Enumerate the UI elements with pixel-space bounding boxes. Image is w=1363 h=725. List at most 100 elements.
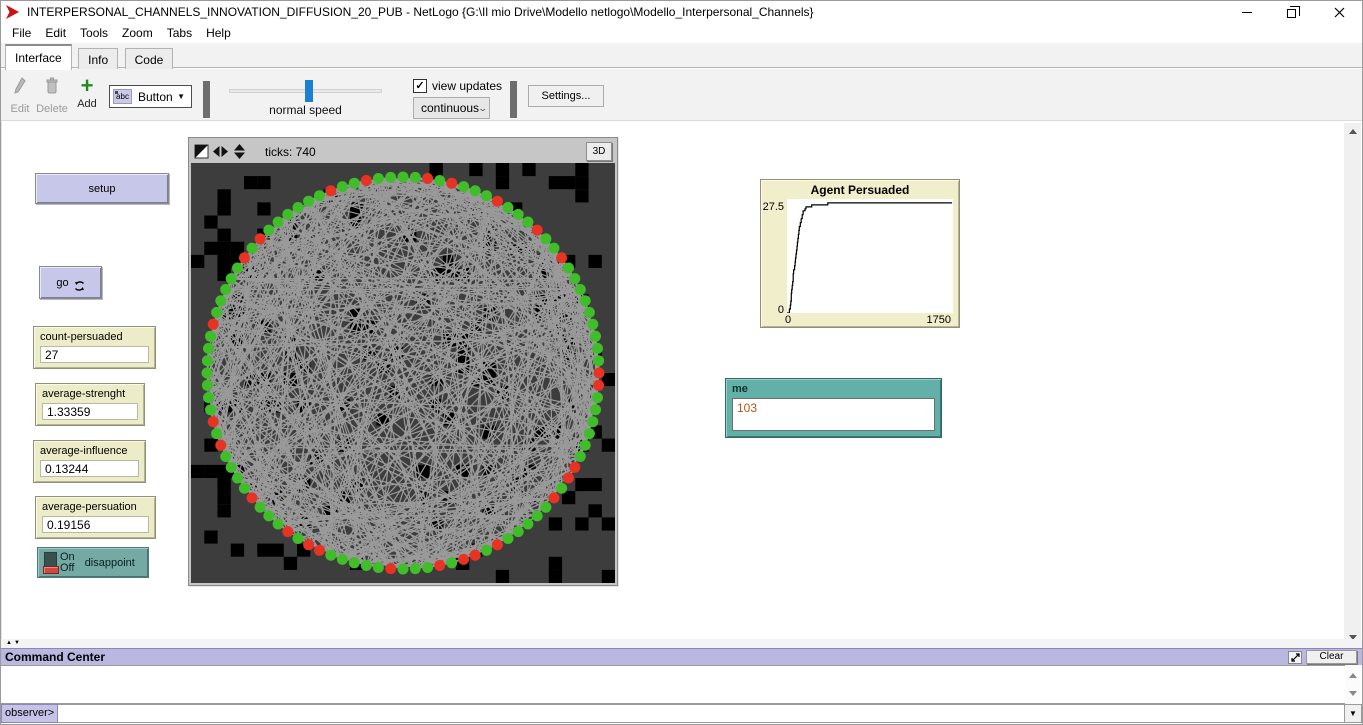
expand-command-center-button[interactable] <box>1288 651 1302 664</box>
command-input[interactable] <box>58 704 1345 723</box>
view-updates-checkbox[interactable]: ✓ <box>413 79 427 93</box>
scroll-up-button[interactable] <box>1344 123 1361 140</box>
go-button[interactable]: go <box>39 266 102 299</box>
speed-slider-label: normal speed <box>229 103 382 117</box>
switch-off-label: Off <box>60 563 75 574</box>
command-output[interactable] <box>1 665 1346 704</box>
ticks-counter: ticks: 740 <box>265 145 316 159</box>
update-mode-dropdown[interactable]: continuous ⌄ <box>413 97 490 119</box>
menu-edit[interactable]: Edit <box>38 24 73 42</box>
input-label: me <box>732 383 935 395</box>
me-input-box: me 103 <box>725 378 942 438</box>
monitor-average-strenght: average-strenght 1.33359 <box>35 383 145 426</box>
toolbar: Edit Delete + Add abc Button ▼ normal sp… <box>1 69 1362 121</box>
speed-slider-thumb[interactable] <box>305 80 313 102</box>
setup-button[interactable]: setup <box>35 173 169 204</box>
chevron-down-icon: ⌄ <box>478 103 489 114</box>
vertical-scrollbar[interactable] <box>1344 123 1361 646</box>
close-button[interactable] <box>1316 1 1362 23</box>
clear-button[interactable]: Clear <box>1306 650 1357 664</box>
widget-type-value: Button <box>138 90 173 104</box>
widget-type-dropdown[interactable]: abc Button ▼ <box>109 85 192 108</box>
switch-track[interactable] <box>44 552 57 574</box>
world-canvas[interactable] <box>191 163 615 583</box>
monitor-value: 0.13244 <box>40 460 139 477</box>
monitor-average-persuation: average-persuation 0.19156 <box>35 496 156 539</box>
disappoint-switch[interactable]: On Off disappoint <box>37 547 149 578</box>
monitor-value: 1.33359 <box>42 403 138 420</box>
dropdown-arrow-icon: ▼ <box>1349 709 1357 718</box>
plot-series-path <box>787 203 952 313</box>
monitor-value: 0.19156 <box>42 516 149 533</box>
delete-widget-button[interactable]: Delete <box>33 77 71 115</box>
menu-zoom[interactable]: Zoom <box>115 24 160 42</box>
horizontal-arrows-icon[interactable] <box>213 144 228 159</box>
tab-info[interactable]: Info <box>78 48 118 70</box>
tab-code[interactable]: Code <box>125 48 174 70</box>
plot-agent-persuaded: Agent Persuaded 27.5 0 0 1750 <box>760 179 960 328</box>
update-mode-value: continuous <box>421 101 479 115</box>
menu-tabs[interactable]: Tabs <box>160 24 199 42</box>
settings-button[interactable]: Settings... <box>528 85 604 107</box>
restore-icon <box>1287 9 1296 18</box>
expand-icon <box>1291 653 1300 662</box>
resize-diagonal-icon[interactable] <box>194 144 209 159</box>
world-view: ticks: 740 3D <box>188 137 618 586</box>
plot-ymax-label: 27.5 <box>761 201 784 213</box>
observer-prompt-row: observer> ▼ <box>1 704 1362 723</box>
menu-file[interactable]: File <box>5 24 38 42</box>
monitor-label: average-persuation <box>42 501 149 513</box>
minimize-button[interactable] <box>1224 1 1270 23</box>
command-center-splitter[interactable]: ▲▼ <box>1 639 1362 648</box>
minimize-icon <box>1242 12 1252 13</box>
monitor-value: 27 <box>40 346 149 363</box>
delete-label: Delete <box>33 103 71 115</box>
output-scroll-up[interactable] <box>1345 667 1361 684</box>
arrow-down-icon <box>1349 691 1357 696</box>
forever-icon <box>74 280 85 292</box>
tab-row: Interface Info Code <box>1 43 1362 68</box>
input-value-field[interactable]: 103 <box>732 398 935 431</box>
monitor-count-persuaded: count-persuaded 27 <box>33 326 156 369</box>
observer-prompt-label: observer> <box>1 704 58 723</box>
switch-on-label: On <box>60 552 75 563</box>
command-center-header: Command Center Clear <box>1 648 1362 665</box>
toolbar-separator <box>203 81 210 118</box>
output-scrollbar[interactable] <box>1345 665 1361 704</box>
dropdown-arrow-icon: ▼ <box>177 92 185 101</box>
window-title: INTERPERSONAL_CHANNELS_INNOVATION_DIFFUS… <box>27 5 814 19</box>
titlebar: INTERPERSONAL_CHANNELS_INNOVATION_DIFFUS… <box>1 1 1362 23</box>
netlogo-window: INTERPERSONAL_CHANNELS_INNOVATION_DIFFUS… <box>0 0 1363 725</box>
monitor-label: count-persuaded <box>40 331 149 343</box>
monitor-label: average-strenght <box>42 388 138 400</box>
arrow-up-icon <box>1349 673 1357 678</box>
switch-name: disappoint <box>85 557 135 569</box>
3d-button[interactable]: 3D <box>586 142 612 161</box>
plot-xmax-label: 1750 <box>927 314 951 326</box>
menu-tools[interactable]: Tools <box>73 24 115 42</box>
add-widget-button[interactable]: + Add <box>71 77 103 110</box>
menu-help[interactable]: Help <box>199 24 238 42</box>
menubar: File Edit Tools Zoom Tabs Help <box>1 23 1362 43</box>
interface-canvas: setup go count-persuaded 27 average-stre… <box>1 122 1346 639</box>
monitor-average-influence: average-influence 0.13244 <box>33 440 146 483</box>
output-scroll-down[interactable] <box>1345 685 1361 702</box>
plot-area <box>787 199 953 313</box>
world-view-header: ticks: 740 3D <box>191 140 615 163</box>
command-history-button[interactable]: ▼ <box>1345 704 1362 723</box>
edit-widget-button[interactable]: Edit <box>5 77 35 115</box>
toolbar-separator <box>510 81 517 118</box>
arrow-up-icon <box>1349 129 1357 134</box>
plot-ymin-label: 0 <box>761 304 784 316</box>
vertical-arrows-icon[interactable] <box>232 144 247 159</box>
add-icon: + <box>71 77 103 95</box>
view-updates-label: view updates <box>432 79 502 93</box>
tab-interface[interactable]: Interface <box>5 44 72 70</box>
restore-button[interactable] <box>1270 1 1316 23</box>
command-center-title: Command Center <box>5 650 105 664</box>
monitor-label: average-influence <box>40 445 139 457</box>
close-icon <box>1334 7 1345 18</box>
go-button-label: go <box>56 277 68 289</box>
pencil-icon <box>13 77 27 95</box>
switch-handle[interactable] <box>43 566 59 574</box>
